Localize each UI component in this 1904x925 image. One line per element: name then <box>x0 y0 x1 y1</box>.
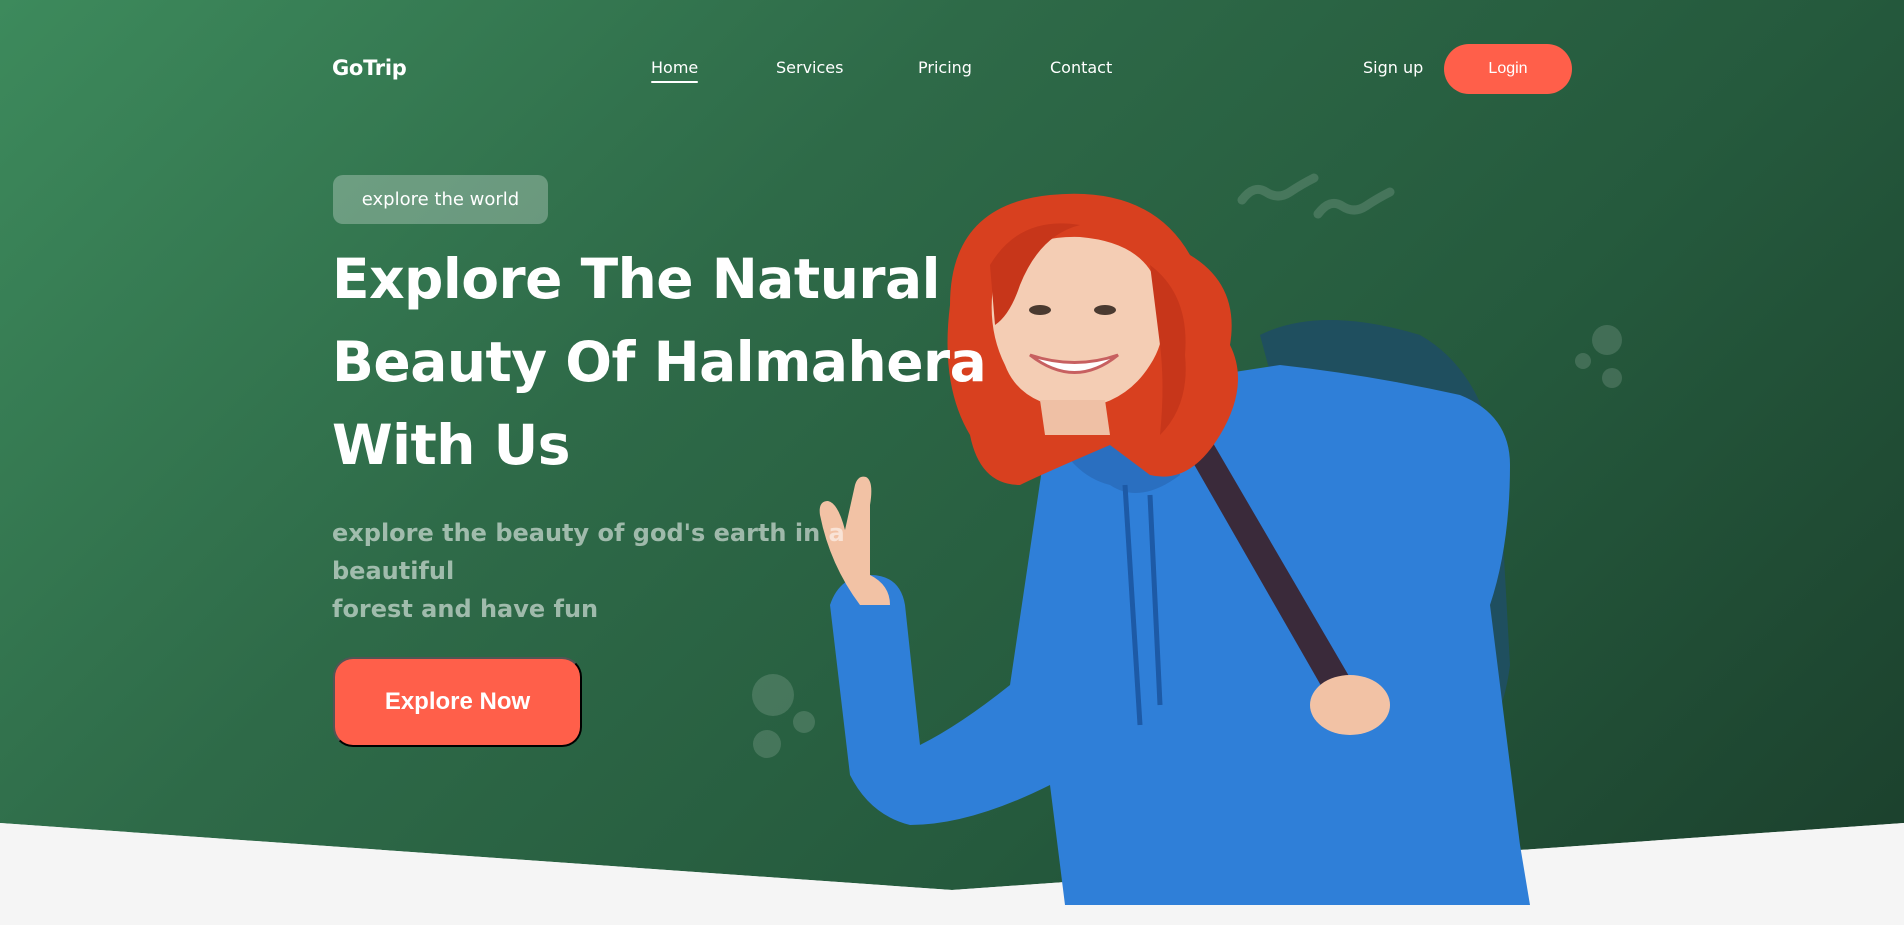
headline-line: Beauty Of Halmahera <box>332 330 987 394</box>
hero-headline: Explore The Natural Beauty Of Halmahera … <box>332 238 1012 487</box>
nav-link-contact[interactable]: Contact <box>1050 58 1112 77</box>
hand <box>1310 675 1390 735</box>
nav-link-home[interactable]: Home <box>651 58 699 83</box>
hero-badge: explore the world <box>333 175 548 224</box>
eye <box>1029 305 1051 315</box>
signup-link[interactable]: Sign up <box>1363 58 1423 77</box>
explore-now-button[interactable]: Explore Now <box>333 657 582 747</box>
login-button[interactable]: Login <box>1444 44 1572 94</box>
main-nav: Home Services Pricing Contact <box>0 58 1904 83</box>
hero-subtitle: explore the beauty of god's earth in a b… <box>332 514 952 628</box>
nav-link-pricing[interactable]: Pricing <box>918 58 972 77</box>
headline-line: Explore The Natural <box>332 247 940 311</box>
eye <box>1094 305 1116 315</box>
neck <box>1040 400 1110 435</box>
headline-line: With Us <box>332 413 571 477</box>
subtitle-line: explore the beauty of god's earth in a b… <box>332 519 845 585</box>
nav-link-services[interactable]: Services <box>776 58 843 77</box>
subtitle-line: forest and have fun <box>332 595 599 623</box>
